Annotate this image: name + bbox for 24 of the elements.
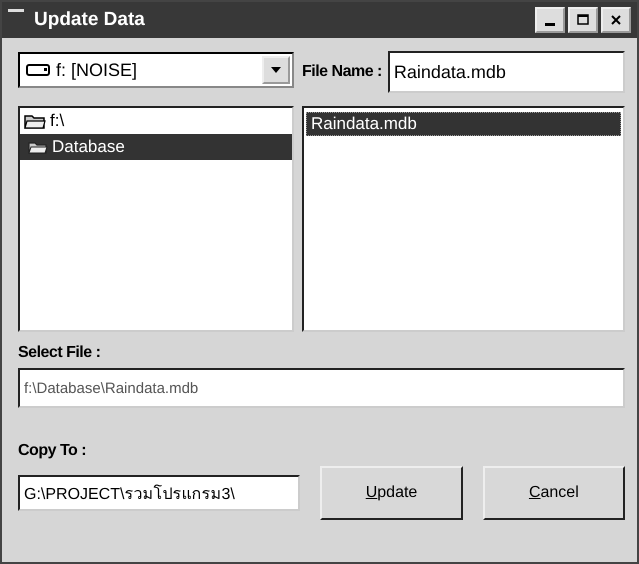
file-item[interactable]: Raindata.mdb bbox=[306, 112, 621, 136]
close-icon bbox=[609, 14, 623, 26]
update-button[interactable]: Update bbox=[320, 466, 463, 520]
folder-icon bbox=[28, 140, 48, 154]
maximize-button[interactable] bbox=[568, 7, 598, 33]
minimize-button[interactable] bbox=[535, 7, 565, 33]
copy-to-field[interactable]: G:\PROJECT\รวมโปรแกรม3\ bbox=[18, 475, 300, 511]
maximize-icon bbox=[576, 14, 590, 26]
dropdown-arrow-icon bbox=[270, 66, 282, 74]
cancel-button[interactable]: Cancel bbox=[482, 466, 625, 520]
window-title: Update Data bbox=[34, 9, 146, 31]
drive-dropdown[interactable]: f: [NOISE] bbox=[18, 52, 294, 88]
close-button[interactable] bbox=[601, 7, 631, 33]
select-file-field[interactable]: f:\Database\Raindata.mdb bbox=[18, 368, 625, 408]
drive-icon bbox=[26, 63, 52, 77]
minimize-icon bbox=[545, 22, 555, 26]
copy-to-label: Copy To : bbox=[18, 442, 88, 460]
file-name-label: File Name : bbox=[302, 63, 382, 81]
folder-item[interactable]: Database bbox=[20, 134, 292, 160]
file-name-field[interactable]: Raindata.mdb bbox=[388, 51, 625, 93]
folder-item[interactable]: f:\ bbox=[20, 108, 292, 134]
app-icon bbox=[8, 8, 24, 14]
select-file-label: Select File : bbox=[18, 344, 102, 362]
folder-icon bbox=[24, 113, 46, 129]
